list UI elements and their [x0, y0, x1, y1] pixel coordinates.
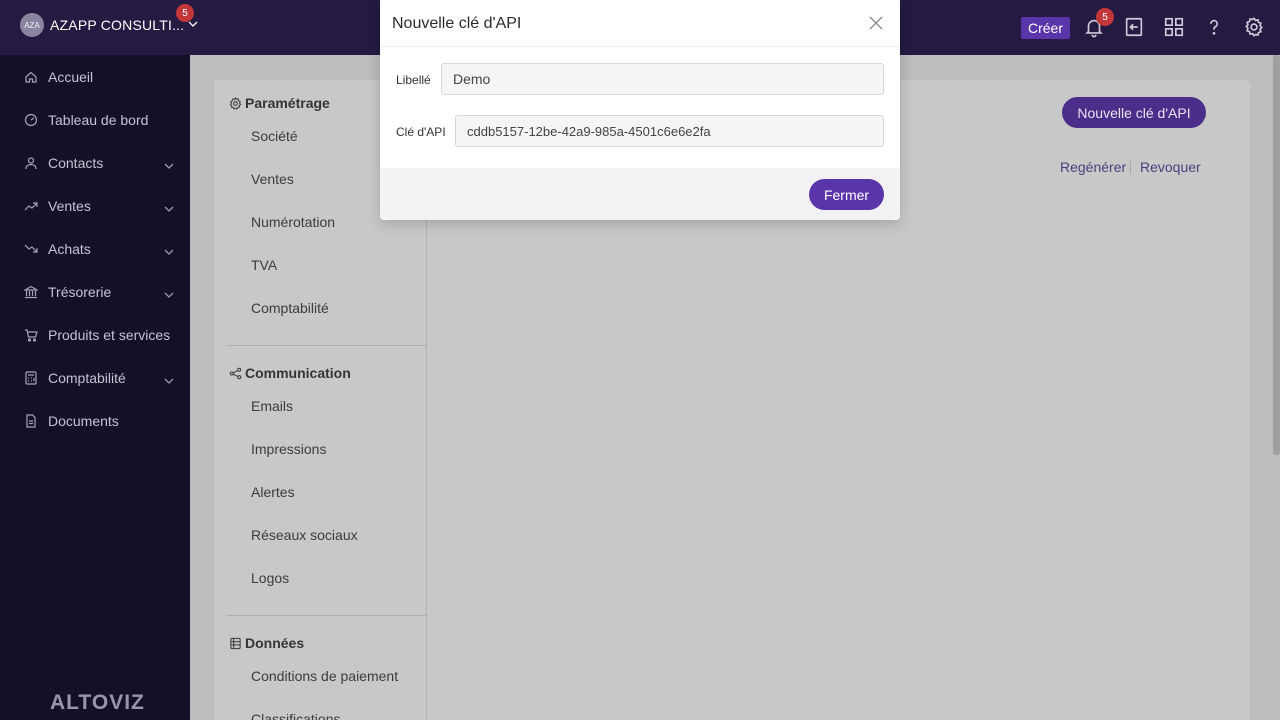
- bank-icon: [22, 285, 40, 299]
- label-field-label: Libellé: [396, 73, 431, 87]
- user-icon: [24, 156, 38, 170]
- logout-icon[interactable]: [1123, 16, 1145, 38]
- sidebar: Accueil Tableau de bord Contacts Ventes …: [0, 55, 190, 720]
- apps-grid-icon[interactable]: [1163, 16, 1185, 38]
- sidebar-item-label: Contacts: [48, 155, 104, 171]
- sidebar-item-label: Comptabilité: [48, 370, 126, 386]
- modal-header: Nouvelle clé d'API: [380, 0, 900, 47]
- settings-item-reseaux-sociaux[interactable]: Réseaux sociaux: [251, 527, 358, 543]
- company-badge: 5: [176, 4, 194, 22]
- api-key-label: Clé d'API: [396, 125, 446, 139]
- settings-item-alertes[interactable]: Alertes: [251, 484, 295, 500]
- link-divider: [1130, 161, 1131, 174]
- new-api-key-modal: Nouvelle clé d'API Libellé Clé d'API Fer…: [380, 0, 900, 220]
- sidebar-item-comptabilite[interactable]: Comptabilité: [24, 368, 174, 388]
- sidebar-item-contacts[interactable]: Contacts: [24, 153, 174, 173]
- company-avatar: AZA: [20, 13, 44, 37]
- sidebar-item-label: Trésorerie: [48, 284, 112, 300]
- document-icon: [24, 414, 38, 428]
- cart-icon: [24, 328, 38, 342]
- database-icon: [229, 637, 242, 650]
- company-switcher[interactable]: AZA AZAPP CONSULTI...: [20, 13, 198, 37]
- sidebar-item-achats[interactable]: Achats: [24, 239, 174, 259]
- settings-item-classifications[interactable]: Classifications: [251, 711, 340, 720]
- calculator-icon: [24, 371, 38, 385]
- label-field[interactable]: [441, 63, 884, 95]
- share-icon: [229, 367, 242, 380]
- notifications-badge: 5: [1096, 8, 1114, 26]
- settings-item-ventes[interactable]: Ventes: [251, 171, 294, 187]
- close-icon[interactable]: [868, 15, 884, 31]
- help-icon[interactable]: [1203, 16, 1225, 38]
- sidebar-item-label: Achats: [48, 241, 91, 257]
- company-name: AZAPP CONSULTI...: [50, 17, 185, 33]
- home-icon: [24, 70, 38, 84]
- settings-item-numerotation[interactable]: Numérotation: [251, 214, 335, 230]
- sidebar-item-label: Ventes: [48, 198, 91, 214]
- settings-item-conditions-de-paiement[interactable]: Conditions de paiement: [251, 668, 398, 684]
- settings-item-societe[interactable]: Société: [251, 128, 298, 144]
- settings-item-tva[interactable]: TVA: [251, 257, 277, 273]
- chevron-down-icon: [164, 373, 174, 384]
- section-divider: [227, 345, 427, 346]
- sidebar-item-label: Accueil: [48, 69, 94, 85]
- sidebar-item-tresorerie[interactable]: Trésorerie: [22, 282, 174, 302]
- gear-icon: [229, 96, 242, 110]
- settings-item-comptabilite[interactable]: Comptabilité: [251, 300, 329, 316]
- page-scrollbar[interactable]: [1273, 55, 1280, 455]
- section-communication: Communication: [229, 365, 351, 381]
- modal-footer: Fermer: [380, 168, 900, 220]
- sidebar-item-documents[interactable]: Documents: [24, 411, 174, 431]
- trend-up-icon: [24, 199, 38, 213]
- chevron-down-icon: [164, 287, 174, 298]
- chevron-down-icon: [164, 158, 174, 169]
- sidebar-item-accueil[interactable]: Accueil: [24, 67, 174, 87]
- brand-logo: ALTOVIZ: [50, 691, 145, 714]
- chevron-down-icon: [164, 244, 174, 255]
- sidebar-item-label: Documents: [48, 413, 119, 429]
- settings-item-logos[interactable]: Logos: [251, 570, 289, 586]
- trend-down-icon: [24, 242, 38, 256]
- section-donnees: Données: [229, 635, 304, 651]
- section-title-text: Communication: [245, 365, 351, 381]
- settings-icon[interactable]: [1243, 16, 1265, 38]
- section-title-text: Paramétrage: [245, 95, 330, 111]
- new-api-key-button[interactable]: Nouvelle clé d'API: [1062, 97, 1206, 128]
- regenerate-link[interactable]: Regénérer: [1060, 159, 1126, 175]
- chevron-down-icon: [164, 201, 174, 212]
- dashboard-icon: [24, 113, 38, 127]
- settings-item-impressions[interactable]: Impressions: [251, 441, 326, 457]
- section-parametrage: Paramétrage: [229, 95, 330, 111]
- sidebar-item-tableau-de-bord[interactable]: Tableau de bord: [24, 110, 174, 130]
- sidebar-item-label: Tableau de bord: [48, 112, 149, 128]
- settings-item-emails[interactable]: Emails: [251, 398, 293, 414]
- api-key-field[interactable]: [455, 115, 884, 147]
- section-divider: [227, 615, 427, 616]
- close-button[interactable]: Fermer: [809, 179, 884, 210]
- revoke-link[interactable]: Revoquer: [1140, 159, 1201, 175]
- section-title-text: Données: [245, 635, 305, 651]
- sidebar-item-produits-et-services[interactable]: Produits et services: [24, 325, 174, 345]
- modal-title: Nouvelle clé d'API: [392, 15, 522, 32]
- create-button[interactable]: Créer: [1021, 17, 1070, 39]
- sidebar-item-label: Produits et services: [48, 327, 171, 343]
- sidebar-item-ventes[interactable]: Ventes: [24, 196, 174, 216]
